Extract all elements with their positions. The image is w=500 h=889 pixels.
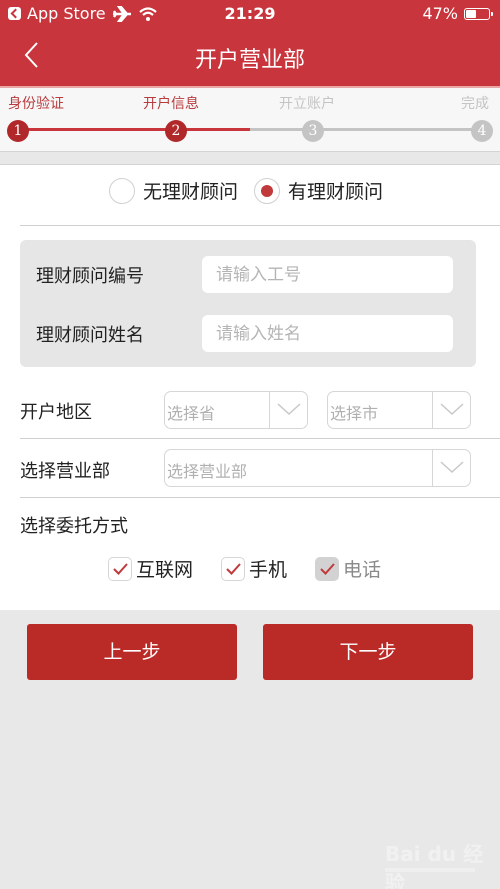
city-select[interactable]: 选择市 (327, 391, 471, 429)
prev-step-button[interactable]: 上一步 (27, 624, 237, 680)
radio-selected-dot (261, 184, 273, 197)
checkbox-internet[interactable]: 互联网 (108, 555, 193, 582)
check-icon (320, 562, 335, 575)
section-gap (0, 152, 500, 165)
battery-level (466, 9, 476, 18)
checkbox-phone-label: 电话 (343, 559, 382, 581)
step-line-done (18, 128, 250, 131)
header: App Store 21:29 47% 开户营业部 (0, 0, 500, 86)
check-icon (226, 562, 241, 575)
divider (20, 225, 500, 226)
checkbox-phone[interactable]: 电话 (315, 555, 381, 582)
chevron-down-icon (432, 392, 470, 428)
battery-status: 47% (422, 4, 493, 23)
branch-select[interactable]: 选择营业部 (164, 449, 471, 487)
radio-no-advisor[interactable] (108, 177, 135, 204)
advisor-name-input[interactable] (202, 315, 453, 352)
checkbox-internet-label: 互联网 (136, 559, 194, 581)
checkbox-phone-box[interactable] (315, 556, 340, 581)
branch-placeholder: 选择营业部 (167, 462, 248, 481)
region-label: 开户地区 (20, 402, 92, 423)
battery-percent: 47% (422, 4, 458, 23)
status-bar: App Store 21:29 47% (0, 0, 500, 28)
radio-has-advisor[interactable] (254, 177, 280, 204)
divider (20, 497, 500, 498)
advisor-radio-group: 无理财顾问 有理财顾问 (0, 177, 500, 204)
advisor-info-box: 理财顾问编号 理财顾问姓名 (20, 240, 476, 367)
watermark-subtext (385, 868, 475, 872)
delegation-options: 互联网 手机 电话 (108, 555, 409, 582)
step-4-dot: 4 (471, 120, 493, 142)
checkbox-mobile[interactable]: 手机 (221, 555, 287, 582)
step-1-dot: 1 (7, 120, 29, 142)
progress-steps: 身份验证 开户信息 开立账户 完成 1 2 3 4 (0, 86, 500, 152)
page-title: 开户营业部 (194, 48, 305, 73)
branch-label: 选择营业部 (20, 461, 110, 482)
step-line-pending (250, 128, 480, 131)
province-select[interactable]: 选择省 (164, 391, 308, 429)
checkbox-mobile-box[interactable] (221, 556, 246, 581)
step-3-label: 开立账户 (279, 96, 335, 112)
province-placeholder: 选择省 (167, 404, 216, 423)
chevron-down-icon (269, 392, 307, 428)
step-1-label: 身份验证 (8, 96, 64, 112)
step-2-dot: 2 (165, 120, 187, 142)
advisor-id-label: 理财顾问编号 (36, 266, 144, 287)
chevron-down-icon (432, 450, 470, 486)
account-form: 无理财顾问 有理财顾问 理财顾问编号 理财顾问姓名 开户地区 选择省 选择市 选… (0, 165, 500, 610)
watermark: Bai du 经验 (385, 842, 484, 889)
step-4-label: 完成 (461, 96, 489, 112)
city-placeholder: 选择市 (330, 404, 379, 423)
check-icon (113, 562, 128, 575)
step-2-label: 开户信息 (143, 96, 199, 112)
radio-has-advisor-label[interactable]: 有理财顾问 (288, 177, 383, 204)
checkbox-internet-box[interactable] (108, 556, 132, 581)
checkbox-mobile-label: 手机 (249, 559, 288, 581)
radio-no-advisor-label[interactable]: 无理财顾问 (143, 177, 238, 204)
advisor-id-input[interactable] (202, 256, 453, 293)
delegation-label: 选择委托方式 (20, 516, 128, 537)
battery-icon (464, 7, 493, 20)
next-step-button[interactable]: 下一步 (263, 624, 473, 680)
step-3-dot: 3 (302, 120, 324, 142)
divider (20, 438, 500, 439)
advisor-name-label: 理财顾问姓名 (36, 325, 144, 346)
